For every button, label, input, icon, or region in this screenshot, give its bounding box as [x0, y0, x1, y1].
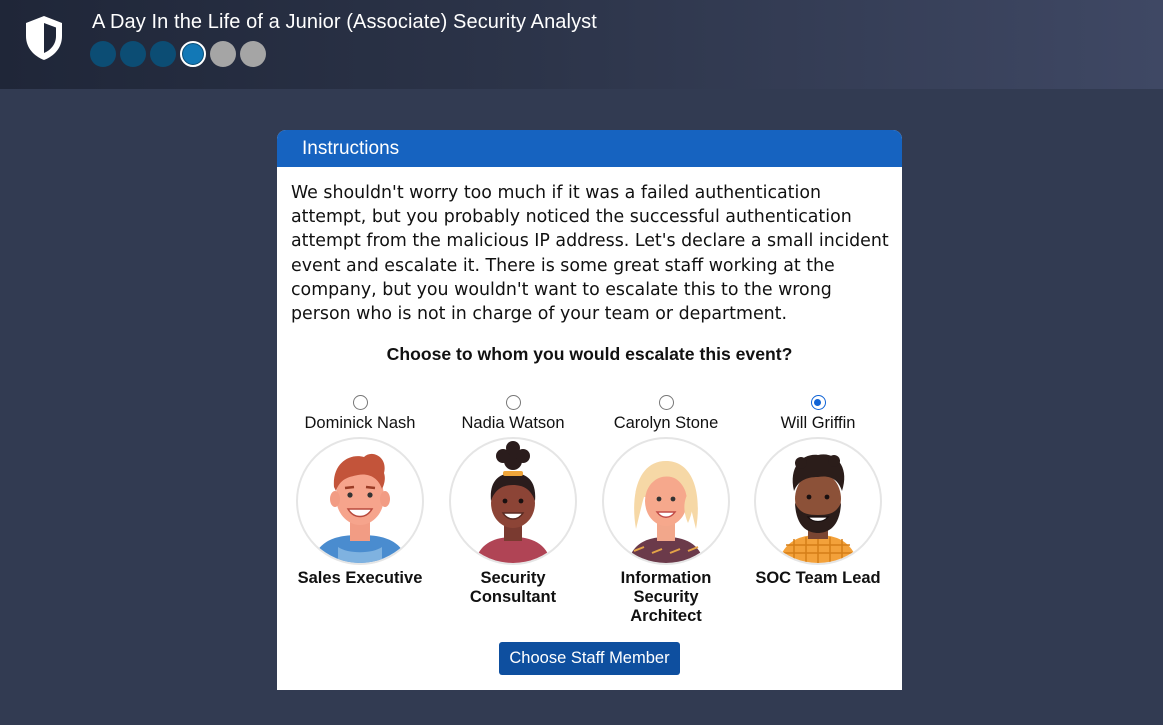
top-bar: A Day In the Life of a Junior (Associate… [0, 0, 1163, 89]
choose-staff-member-button[interactable]: Choose Staff Member [499, 642, 680, 675]
staff-option-carolyn-stone[interactable]: Carolyn Stone Information Security Archi… [590, 395, 742, 626]
avatar [754, 437, 882, 565]
progress-step-6 [240, 41, 266, 67]
staff-role: Information Security Architect [620, 569, 712, 625]
page-title: A Day In the Life of a Junior (Associate… [92, 11, 597, 33]
staff-radio-4[interactable] [810, 395, 826, 410]
staff-name: Will Griffin [780, 414, 856, 432]
progress-step-5 [210, 41, 236, 67]
shield-icon [26, 16, 62, 60]
staff-role: Sales Executive [297, 569, 423, 587]
avatar [296, 437, 424, 565]
instructions-text: We shouldn't worry too much if it was a … [291, 183, 889, 325]
instructions-card: Instructions We shouldn't worry too much… [277, 130, 902, 690]
staff-option-will-griffin[interactable]: Will Griffin SOC Team Lead [742, 395, 894, 588]
staff-name: Carolyn Stone [613, 414, 719, 432]
progress-step-1 [90, 41, 116, 67]
progress-step-2 [120, 41, 146, 67]
card-heading: Instructions [277, 130, 902, 167]
staff-name: Nadia Watson [461, 414, 565, 432]
progress-indicator [90, 41, 266, 67]
staff-role: SOC Team Lead [755, 569, 881, 587]
staff-role: Security Consultant [469, 569, 557, 606]
question-prompt: Choose to whom you would escalate this e… [386, 344, 793, 364]
avatar [449, 437, 577, 565]
staff-name: Dominick Nash [304, 414, 416, 432]
staff-radio-1[interactable] [352, 395, 368, 410]
staff-radio-2[interactable] [505, 395, 521, 410]
staff-option-dominick-nash[interactable]: Dominick Nash Sales Executive [284, 395, 436, 588]
staff-option-nadia-watson[interactable]: Nadia Watson Security Consultant [437, 395, 589, 607]
progress-step-4-current [180, 41, 206, 67]
avatar [602, 437, 730, 565]
staff-radio-3[interactable] [658, 395, 674, 410]
progress-step-3 [150, 41, 176, 67]
